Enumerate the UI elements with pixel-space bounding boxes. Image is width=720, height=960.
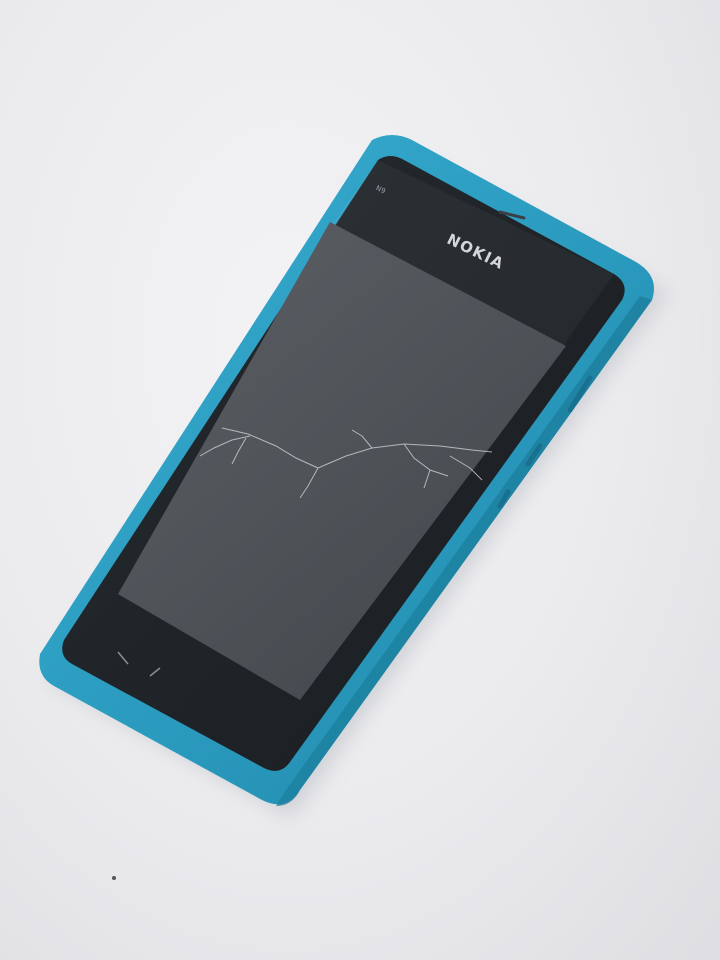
dust-speck bbox=[112, 876, 116, 880]
photo-scene: NOKIA N9 bbox=[0, 0, 720, 960]
phone-photo bbox=[39, 135, 668, 818]
